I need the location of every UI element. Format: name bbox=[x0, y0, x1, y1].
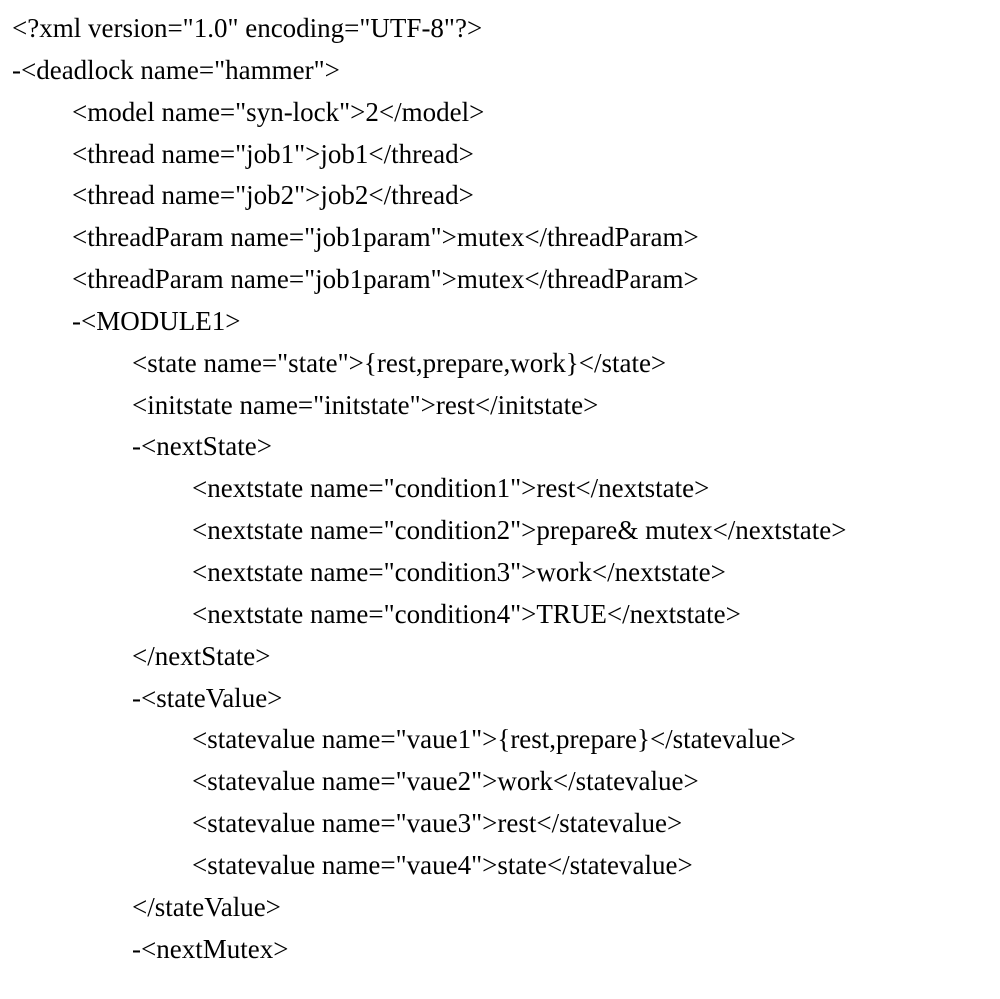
code-line: <nextstate name="condition1">rest</nexts… bbox=[12, 468, 988, 510]
code-line: <model name="syn-lock">2</model> bbox=[12, 92, 988, 134]
xml-document: <?xml version="1.0" encoding="UTF-8"?>-<… bbox=[12, 8, 988, 970]
code-line: </nextState> bbox=[12, 636, 988, 678]
code-line: <state name="state">{rest,prepare,work}<… bbox=[12, 343, 988, 385]
code-line: <nextstate name="condition4">TRUE</nexts… bbox=[12, 594, 988, 636]
code-line: <threadParam name="job1param">mutex</thr… bbox=[12, 259, 988, 301]
code-line: <initstate name="initstate">rest</initst… bbox=[12, 385, 988, 427]
code-line: -<deadlock name="hammer"> bbox=[12, 50, 988, 92]
code-line: <statevalue name="vaue3">rest</statevalu… bbox=[12, 803, 988, 845]
code-line: <statevalue name="vaue1">{rest,prepare}<… bbox=[12, 719, 988, 761]
code-line: -<stateValue> bbox=[12, 678, 988, 720]
code-line: <statevalue name="vaue2">work</statevalu… bbox=[12, 761, 988, 803]
code-line: <nextstate name="condition2">prepare& mu… bbox=[12, 510, 988, 552]
code-line: <statevalue name="vaue4">state</stateval… bbox=[12, 845, 988, 887]
code-line: <thread name="job2">job2</thread> bbox=[12, 175, 988, 217]
code-line: <threadParam name="job1param">mutex</thr… bbox=[12, 217, 988, 259]
code-line: <nextstate name="condition3">work</nexts… bbox=[12, 552, 988, 594]
code-line: -<MODULE1> bbox=[12, 301, 988, 343]
code-line: <thread name="job1">job1</thread> bbox=[12, 134, 988, 176]
code-line: -<nextMutex> bbox=[12, 929, 988, 971]
code-line: <?xml version="1.0" encoding="UTF-8"?> bbox=[12, 8, 988, 50]
code-line: -<nextState> bbox=[12, 426, 988, 468]
code-line: </stateValue> bbox=[12, 887, 988, 929]
